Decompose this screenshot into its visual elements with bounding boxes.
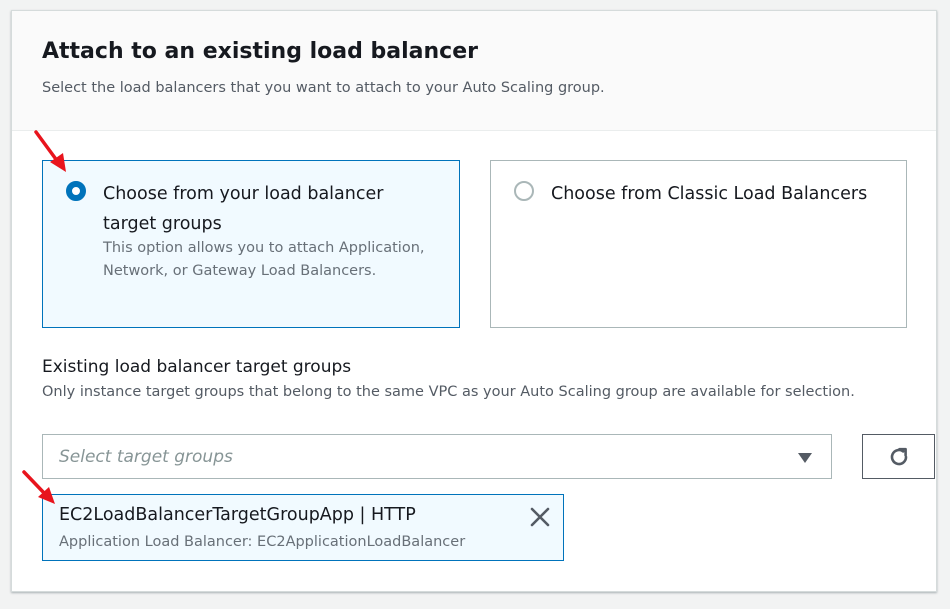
radio-classic-load-balancers[interactable] [514,181,534,201]
option-classic-load-balancers-tile[interactable]: Choose from Classic Load Balancers [490,160,907,328]
target-groups-field-description: Only instance target groups that belong … [42,384,855,400]
token-title: EC2LoadBalancerTargetGroupApp | HTTP [59,505,416,525]
token-subtitle: Application Load Balancer: EC2Applicatio… [59,534,466,550]
red-arrow-icon [22,470,55,504]
caret-down-icon [798,453,812,463]
target-groups-select[interactable]: Select target groups [42,434,832,479]
red-arrow-icon [34,130,66,172]
panel-title: Attach to an existing load balancer [42,39,478,64]
option-target-groups-tile[interactable]: Choose from your load balancer target gr… [42,160,460,328]
target-groups-select-placeholder: Select target groups [59,447,233,467]
option-target-groups-description: This option allows you to attach Applica… [103,240,425,279]
option-target-groups-label: Choose from your load balancer target gr… [103,184,384,234]
refresh-button[interactable] [862,434,935,479]
radio-target-groups[interactable] [66,181,86,201]
target-groups-field-label: Existing load balancer target groups [42,357,352,377]
load-balancer-panel: Attach to an existing load balancer Sele… [11,10,937,592]
option-classic-load-balancers-label: Choose from Classic Load Balancers [551,184,868,204]
selected-target-group-token: EC2LoadBalancerTargetGroupApp | HTTP App… [42,494,564,561]
panel-subtitle: Select the load balancers that you want … [42,80,605,96]
refresh-icon [890,447,908,466]
panel-header: Attach to an existing load balancer Sele… [12,11,936,131]
close-icon[interactable] [529,506,551,528]
